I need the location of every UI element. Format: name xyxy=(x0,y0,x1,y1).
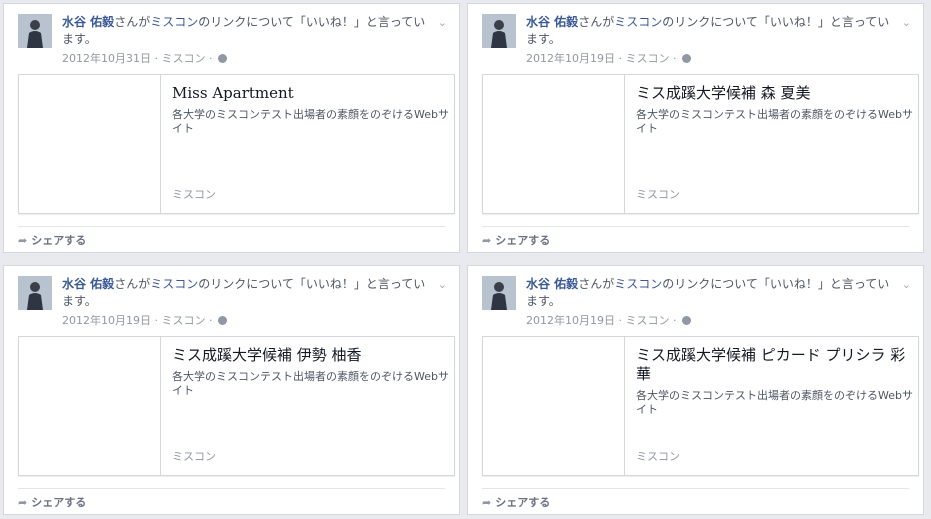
attachment-title[interactable]: ミス成蹊大学候補 伊勢 柚香 xyxy=(172,346,450,365)
post-date-link[interactable]: 2012年10月19日 xyxy=(526,52,615,65)
attachment-thumbnail[interactable] xyxy=(19,75,161,213)
post-meta: 2012年10月19日 · ミスコン · xyxy=(62,314,227,328)
globe-icon xyxy=(218,54,227,63)
story-text: 水谷 佑毅さんがミスコンのリンクについて「いいね！」と言っています。 xyxy=(526,15,890,46)
attachment-description: 各大学のミスコンテスト出場者の素顔をのぞけるWebサイト xyxy=(636,389,913,416)
attachment-domain: ミスコン xyxy=(172,188,216,201)
globe-icon xyxy=(682,54,691,63)
author-name-link[interactable]: 水谷 佑毅 xyxy=(62,15,114,29)
share-arrow-icon: ➦ xyxy=(18,496,28,509)
globe-icon xyxy=(682,316,691,325)
post-date-link[interactable]: 2012年10月19日 xyxy=(62,314,151,327)
story-text: 水谷 佑毅さんがミスコンのリンクについて「いいね！」と言っています。 xyxy=(62,277,426,308)
attachment-description: 各大学のミスコンテスト出場者の素顔をのぞけるWebサイト xyxy=(172,370,449,397)
author-name-link[interactable]: 水谷 佑毅 xyxy=(526,15,578,29)
page-link[interactable]: ミスコン xyxy=(150,277,198,291)
meta-page-link[interactable]: ミスコン xyxy=(626,52,670,65)
chevron-down-icon[interactable]: ⌄ xyxy=(438,16,447,29)
globe-icon xyxy=(218,316,227,325)
post-card: 水谷 佑毅さんがミスコンのリンクについて「いいね！」と言っています。 ⌄ 201… xyxy=(3,3,460,253)
share-button[interactable]: ➦ シェアする xyxy=(482,234,550,248)
attachment-thumbnail[interactable] xyxy=(483,75,625,213)
attachment-domain: ミスコン xyxy=(636,450,680,463)
divider xyxy=(482,226,909,227)
avatar[interactable] xyxy=(18,14,52,48)
divider xyxy=(18,488,445,489)
attachment-description: 各大学のミスコンテスト出場者の素顔をのぞけるWebサイト xyxy=(636,108,913,135)
divider xyxy=(18,226,445,227)
share-button[interactable]: ➦ シェアする xyxy=(18,496,86,510)
post-date-link[interactable]: 2012年10月31日 xyxy=(62,52,151,65)
attachment-description: 各大学のミスコンテスト出場者の素顔をのぞけるWebサイト xyxy=(172,108,449,135)
chevron-down-icon[interactable]: ⌄ xyxy=(438,278,447,291)
post-meta: 2012年10月19日 · ミスコン · xyxy=(526,314,691,328)
post-card: 水谷 佑毅さんがミスコンのリンクについて「いいね！」と言っています。 ⌄ 201… xyxy=(467,265,924,515)
attachment-thumbnail[interactable] xyxy=(483,337,625,475)
share-button[interactable]: ➦ シェアする xyxy=(482,496,550,510)
meta-page-link[interactable]: ミスコン xyxy=(162,52,206,65)
link-attachment[interactable]: ミス成蹊大学候補 森 夏美 各大学のミスコンテスト出場者の素顔をのぞけるWebサ… xyxy=(482,74,919,214)
post-card: 水谷 佑毅さんがミスコンのリンクについて「いいね！」と言っています。 ⌄ 201… xyxy=(3,265,460,515)
link-attachment[interactable]: Miss Apartment 各大学のミスコンテスト出場者の素顔をのぞけるWeb… xyxy=(18,74,455,214)
attachment-thumbnail[interactable] xyxy=(19,337,161,475)
story-text: 水谷 佑毅さんがミスコンのリンクについて「いいね！」と言っています。 xyxy=(62,15,426,46)
page-link[interactable]: ミスコン xyxy=(150,15,198,29)
chevron-down-icon[interactable]: ⌄ xyxy=(902,278,911,291)
story-text: 水谷 佑毅さんがミスコンのリンクについて「いいね！」と言っています。 xyxy=(526,277,890,308)
meta-page-link[interactable]: ミスコン xyxy=(162,314,206,327)
divider xyxy=(482,488,909,489)
post-card: 水谷 佑毅さんがミスコンのリンクについて「いいね！」と言っています。 ⌄ 201… xyxy=(467,3,924,253)
attachment-title[interactable]: Miss Apartment xyxy=(172,84,450,103)
chevron-down-icon[interactable]: ⌄ xyxy=(902,16,911,29)
share-arrow-icon: ➦ xyxy=(18,234,28,247)
page-link[interactable]: ミスコン xyxy=(614,15,662,29)
post-meta: 2012年10月19日 · ミスコン · xyxy=(526,52,691,66)
share-arrow-icon: ➦ xyxy=(482,234,492,247)
avatar[interactable] xyxy=(482,14,516,48)
avatar[interactable] xyxy=(18,276,52,310)
meta-page-link[interactable]: ミスコン xyxy=(626,314,670,327)
link-attachment[interactable]: ミス成蹊大学候補 伊勢 柚香 各大学のミスコンテスト出場者の素顔をのぞけるWeb… xyxy=(18,336,455,476)
author-name-link[interactable]: 水谷 佑毅 xyxy=(526,277,578,291)
attachment-domain: ミスコン xyxy=(172,450,216,463)
attachment-title[interactable]: ミス成蹊大学候補 ピカード プリシラ 彩華 xyxy=(636,346,914,384)
post-date-link[interactable]: 2012年10月19日 xyxy=(526,314,615,327)
link-attachment[interactable]: ミス成蹊大学候補 ピカード プリシラ 彩華 各大学のミスコンテスト出場者の素顔を… xyxy=(482,336,919,476)
author-name-link[interactable]: 水谷 佑毅 xyxy=(62,277,114,291)
attachment-title[interactable]: ミス成蹊大学候補 森 夏美 xyxy=(636,84,914,103)
avatar[interactable] xyxy=(482,276,516,310)
share-button[interactable]: ➦ シェアする xyxy=(18,234,86,248)
post-meta: 2012年10月31日 · ミスコン · xyxy=(62,52,227,66)
attachment-domain: ミスコン xyxy=(636,188,680,201)
share-arrow-icon: ➦ xyxy=(482,496,492,509)
page-link[interactable]: ミスコン xyxy=(614,277,662,291)
